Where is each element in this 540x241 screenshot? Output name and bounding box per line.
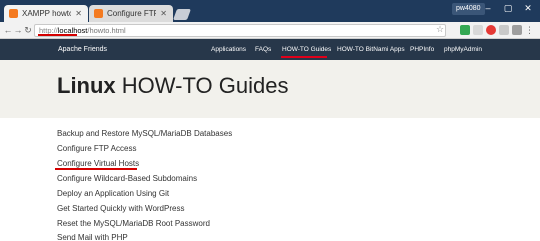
site-brand[interactable]: Apache Friends (58, 39, 107, 60)
guide-link[interactable]: Configure Wildcard-Based Subdomains (57, 174, 197, 183)
tab-xampp-howto[interactable]: XAMPP howto guides ✕ (4, 5, 88, 22)
reload-icon[interactable]: ↻ (22, 24, 34, 36)
tab-strip: XAMPP howto guides ✕ Configure FTP Acces… (0, 0, 540, 22)
browser-toolbar: ← → ↻ http://localhost/howto.html ☆ (0, 22, 540, 39)
page-hero: Linux HOW-TO Guides (0, 60, 540, 118)
maximize-icon[interactable]: ▢ (498, 1, 518, 15)
page-title-rest: HOW-TO Guides (121, 73, 289, 98)
extension-icon[interactable] (473, 25, 483, 35)
site-header: Apache Friends Applications FAQs HOW-TO … (0, 39, 540, 60)
guide-link[interactable]: Configure Virtual Hosts (57, 159, 139, 168)
guide-link[interactable]: Get Started Quickly with WordPress (57, 204, 184, 213)
nav-annotation-underline (281, 56, 327, 58)
tab-configure-ftp[interactable]: Configure FTP Access ✕ (89, 5, 173, 22)
close-tab-icon[interactable]: ✕ (75, 9, 82, 18)
page-title: Linux HOW-TO Guides (57, 73, 288, 99)
browser-window: XAMPP howto guides ✕ Configure FTP Acces… (0, 0, 540, 241)
tab-title: XAMPP howto guides (22, 9, 72, 18)
guide-link[interactable]: Send Mail with PHP (57, 233, 128, 241)
close-tab-icon[interactable]: ✕ (160, 9, 167, 18)
guide-link[interactable]: Reset the MySQL/MariaDB Root Password (57, 219, 210, 228)
nav-howto-bitnami[interactable]: HOW-TO BitNami Apps (337, 39, 405, 60)
guide-link[interactable]: Deploy an Application Using Git (57, 189, 169, 198)
tab-title: Configure FTP Access (107, 9, 156, 18)
extension-icon[interactable] (499, 25, 509, 35)
nav-applications[interactable]: Applications (211, 39, 246, 60)
minimize-icon[interactable]: – (478, 1, 498, 15)
guide-link[interactable]: Backup and Restore MySQL/MariaDB Databas… (57, 129, 232, 138)
xampp-favicon-icon (9, 9, 18, 18)
extension-icon[interactable] (512, 25, 522, 35)
menu-kebab-icon[interactable]: ⋮ (525, 25, 534, 35)
page-content: Linux HOW-TO Guides Backup and Restore M… (0, 60, 540, 241)
guide-annotation-underline (55, 168, 137, 170)
nav-phpinfo[interactable]: PHPInfo (410, 39, 434, 60)
nav-phpmyadmin[interactable]: phpMyAdmin (444, 39, 482, 60)
guide-link[interactable]: Configure FTP Access (57, 144, 136, 153)
page-title-bold: Linux (57, 73, 116, 98)
shield-extension-icon[interactable] (460, 25, 470, 35)
url-annotation-underline (38, 34, 77, 36)
bookmark-star-icon[interactable]: ☆ (436, 24, 444, 35)
url-path: /howto.html (87, 26, 126, 35)
close-window-icon[interactable]: ✕ (518, 1, 538, 15)
xampp-favicon-icon (94, 9, 103, 18)
address-bar[interactable]: http://localhost/howto.html (34, 24, 446, 37)
adblock-extension-icon[interactable] (486, 25, 496, 35)
nav-faqs[interactable]: FAQs (255, 39, 271, 60)
new-tab-button[interactable] (172, 9, 192, 20)
